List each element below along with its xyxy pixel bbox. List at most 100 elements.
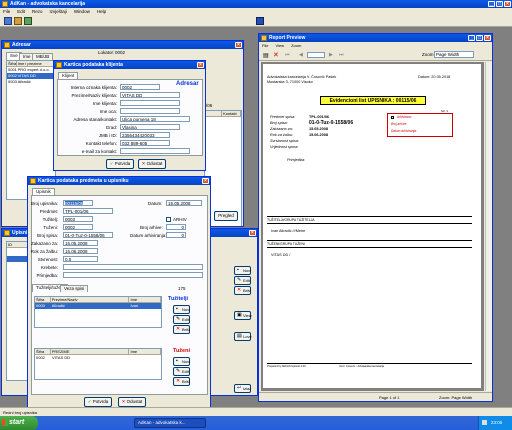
klijent-adresa-field[interactable]: Ulica pomena 18 [120,116,190,122]
upisnik-view-button[interactable]: ▣ View [234,311,252,320]
preview-close-button[interactable]: × [484,35,491,41]
upisnik-edit-button[interactable]: ✎ Edit [234,276,251,285]
arhiv-checkbox[interactable] [166,217,171,222]
tab-mbjb[interactable]: MB/JB [32,53,54,60]
klijent-imeoca-field[interactable] [120,108,180,114]
broj-upisnika-field[interactable]: 00115/06 [63,200,93,206]
table-row[interactable]: 0002 VITAS DD [35,355,161,361]
klijent-id-field[interactable]: 0002 [120,84,160,90]
upisnik-love-button[interactable]: ▤ Love [234,332,252,341]
klijent-label-7: Kontakt telefon: [85,141,117,146]
datum-arhiviranja-field[interactable]: 0 [166,232,186,238]
upisnik-brisi-button[interactable]: ✕ Briši [234,286,251,295]
tuzeni-field[interactable]: 0002 [63,224,93,230]
preview-status-bar: Page 1 of 1 Zoom: Page Width [259,392,492,401]
predmet-close-button[interactable]: × [202,178,209,184]
pregled-button[interactable]: Pregled [214,211,238,221]
menu-edit[interactable]: Edit [17,9,25,14]
preview-menu-zoom[interactable]: Zoom [291,43,301,48]
preview-toolbar: ▤ ✕ ⏮ ◀ ▶ ⏭ Zoom Page Width [259,50,492,61]
print-icon[interactable]: ▤ [263,52,269,59]
start-button[interactable]: start [0,416,38,430]
tuzeni-brisi-button[interactable]: ✕ Briši [173,377,190,386]
krebete-field[interactable] [63,264,203,270]
rok-zalbu-field[interactable]: 15.06.2008 [63,248,98,254]
upisnik-novi-button[interactable]: ▪ Novi [234,266,251,275]
broj-spisa-field[interactable]: 01-0-Tuz-0-1558/06 [63,232,113,238]
tuzeni-grid[interactable]: Šifra PREZIME Ime 0002 VITAS DD [34,348,162,380]
prev-page-icon[interactable]: ◀ [299,52,303,58]
brisi-label: Briši [182,327,190,332]
tuzitelji-brisi-button[interactable]: ✕ Briši [173,325,190,334]
toolbar-report-icon[interactable] [24,17,32,25]
stvrenost-field[interactable]: 0.0 [63,256,98,262]
klijent-email-field[interactable] [120,148,190,154]
report-arhivirano: Arhivirano [397,115,412,119]
close-report-icon[interactable]: ✕ [273,51,279,59]
predmet-label-7: Stvrenost: [37,257,58,262]
preview-minimize-button[interactable]: _ [468,35,475,41]
app-status-bar: Redni broj upisnika [0,407,512,416]
col-sifra: Šifra [35,349,51,354]
row-id: 0003 [36,303,45,308]
menu-help[interactable]: Help [97,9,106,14]
next-page-icon[interactable]: ▶ [329,52,333,58]
tab-veza-spisi[interactable]: Veza spisi [60,285,89,292]
klijent-telefon-field[interactable]: 032 889-605 [120,140,170,146]
preview-scrollbar[interactable] [485,62,492,391]
table-row[interactable]: 0003 Allradić [7,79,55,85]
klijent-ime-field[interactable] [120,100,180,106]
klijent-jmb-field[interactable]: 2356434420033 [120,132,170,138]
report-address: Mostarska 3, 71000 Visoko [267,80,313,84]
lokator-value: 0002 [115,50,126,55]
table-row[interactable]: 0003 Allradić Ivan [35,303,161,309]
tuzitelji-edit-button[interactable]: ✎ Edit [173,315,190,324]
predmet-potvrda-button[interactable]: ✓ Potvrda [84,397,112,407]
taskbar-app-label: AdKan - advokatska k... [138,420,186,425]
preview-maximize-button[interactable]: □ [476,35,483,41]
zakazano-field[interactable]: 15.05.2008 [63,240,98,246]
klijent-odustat-button[interactable]: ✕ Odustat [138,159,166,169]
taskbar-app-button[interactable]: AdKan - advokatska k... [134,418,206,428]
datum-field[interactable]: 15.05.2008 [166,200,202,206]
menu-file[interactable]: File [3,9,10,14]
tray-icon[interactable] [482,420,487,425]
broj-arhive-field[interactable]: 0 [166,224,186,230]
zoom-select[interactable]: Page Width [434,51,474,58]
status-zoom: Zoom: Page Width [439,395,473,400]
tuzeni-edit-button[interactable]: ✎ Edit [173,367,190,376]
klijent-grad-field[interactable]: Vlasina [120,124,180,130]
upisnik-close-button[interactable]: × [249,230,256,236]
report-broj: 01-0-Tuz-0-1558/06 [309,120,354,126]
maximize-button[interactable]: □ [496,1,503,7]
report-tuzitelj: Ivan Allradić ///Mehe [271,229,306,233]
report-datum: Datum: 20.05.2018 [418,75,451,79]
page-number-input[interactable] [307,52,325,58]
menu-izvjestaji[interactable]: Izvještaji [50,9,67,14]
close-button[interactable]: × [504,1,511,7]
tuzitelj-field[interactable]: 0003 [63,216,93,222]
menu-rezo[interactable]: Rezo [32,9,43,14]
tuzitelji-novi-button[interactable]: ▪ Novi [173,305,190,314]
toolbar-adresar-icon[interactable] [4,17,12,25]
first-page-icon[interactable]: ⏮ [285,52,290,58]
predmet-field[interactable]: TPL-001/06 [63,208,113,214]
tuzitelji-grid[interactable]: Šifra Prezime/Naziv Ime 0003 Allradić Ivan [34,296,162,328]
klijent-potvrda-button[interactable]: ✓ Potvrda [106,159,134,169]
predmet-odustat-button[interactable]: ✕ Odustat [118,397,146,407]
report-zakazano: 15.05.2008 [309,127,329,131]
minimize-button[interactable]: _ [488,1,495,7]
toolbar-upisnik-icon[interactable] [14,17,22,25]
adresar-close-button[interactable]: × [235,42,242,48]
klijent-name-field[interactable]: VITAS DD [120,92,180,98]
klijent-close-button[interactable]: × [197,62,204,68]
primjedba-field[interactable] [63,272,203,278]
toolbar-info-icon[interactable] [256,17,264,25]
predmet-label-0: Broj upisnika: [30,201,58,206]
upisnik-izlaz-button[interactable]: ↩ Izlaz [234,384,251,393]
menu-window[interactable]: Window [74,9,90,14]
last-page-icon[interactable]: ⏭ [339,52,344,58]
tuzeni-novi-button[interactable]: ▪ Novi [173,357,190,366]
preview-menu-file[interactable]: File [262,43,268,48]
preview-menu-view[interactable]: View [275,43,284,48]
